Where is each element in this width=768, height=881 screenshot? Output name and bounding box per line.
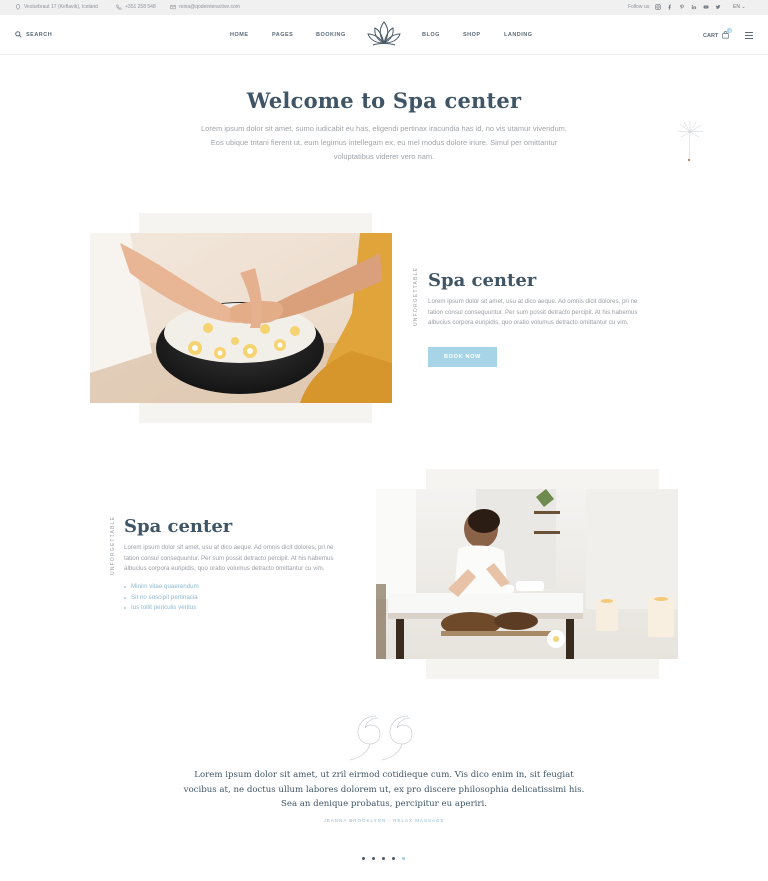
slider-dot-active[interactable] [402, 857, 405, 860]
section2-title: Spa center [124, 516, 233, 537]
email-item[interactable]: reina@qodeinteractive.com [170, 4, 240, 10]
welcome-text: Lorem ipsum dolor sit amet, sumo iudicab… [200, 124, 568, 161]
list-item: Ius tollit periculis veritus [124, 603, 199, 614]
social-links: EN ⌄ [655, 4, 746, 10]
address-text: Vesturbraut 17 (Keflavík), Iceland [24, 4, 98, 10]
nav-blog[interactable]: BLOG [422, 32, 440, 38]
quote-mark-icon [349, 715, 413, 761]
nav-shop[interactable]: SHOP [463, 32, 481, 38]
linkedin-icon[interactable] [691, 4, 697, 10]
follow-text: Follow us: [628, 4, 651, 10]
slider-pagination [362, 857, 405, 860]
search-label: SEARCH [26, 31, 53, 38]
foot-spa-photo [90, 233, 392, 403]
main-header: SEARCH HOME PAGES BOOKING BLOG SHOP LAND… [0, 15, 768, 55]
section1-vertical-label: UNFORGETTABLE [413, 266, 419, 326]
section2-text: Lorem ipsum dolor sit amet, usu at dico … [124, 544, 334, 572]
testimonial-author: JEANNA BROOKLYNN - RELAX MASSAGE [323, 818, 445, 823]
section1-title: Spa center [428, 270, 537, 291]
twitter-icon[interactable] [715, 4, 721, 10]
chevron-down-icon: ⌄ [741, 4, 746, 10]
phone-text: +351 258 548 [125, 4, 156, 10]
slider-dot[interactable] [382, 857, 385, 860]
feature-list: Minim vitae quaerendum Sit no suscipit p… [124, 582, 199, 614]
search-button[interactable]: SEARCH [15, 31, 52, 38]
cart-label: CART [703, 33, 719, 39]
nav-booking[interactable]: BOOKING [316, 32, 346, 38]
cart-button[interactable]: CART 0 [703, 28, 733, 41]
massage-room-photo [376, 489, 678, 659]
lotus-logo-icon[interactable] [365, 19, 403, 49]
cart-icon-wrap: 0 [722, 28, 733, 41]
email-text: reina@qodeinteractive.com [179, 4, 240, 10]
address-item: Vesturbraut 17 (Keflavík), Iceland [15, 4, 98, 10]
search-icon [15, 31, 22, 38]
list-item: Sit no suscipit pertinacia [124, 593, 199, 604]
phone-icon [116, 4, 122, 10]
slider-dot[interactable] [392, 857, 395, 860]
slider-dot[interactable] [372, 857, 375, 860]
list-item: Minim vitae quaerendum [124, 582, 199, 593]
hamburger-menu-icon[interactable] [745, 32, 753, 41]
section2-vertical-label: UNFORGETTABLE [110, 515, 116, 575]
top-bar: Vesturbraut 17 (Keflavík), Iceland +351 … [0, 0, 768, 15]
dandelion-decoration-icon [677, 121, 704, 162]
section1-text: Lorem ipsum dolor sit amet, usu at dico … [428, 298, 638, 326]
slider-dot[interactable] [362, 857, 365, 860]
nav-pages[interactable]: PAGES [272, 32, 293, 38]
pinterest-icon[interactable] [679, 4, 685, 10]
book-now-button[interactable]: BOOK NOW [428, 347, 497, 367]
location-pin-icon [15, 4, 21, 10]
mail-icon [170, 5, 176, 10]
cart-count-badge: 0 [727, 28, 733, 33]
phone-item[interactable]: +351 258 548 [116, 4, 156, 10]
nav-home[interactable]: HOME [230, 32, 249, 38]
follow-label: Follow us: [628, 4, 651, 10]
language-label: EN [733, 4, 740, 10]
testimonial-quote: Lorem ipsum dolor sit amet, ut zril eirm… [183, 770, 585, 809]
nav-landing[interactable]: LANDING [504, 32, 533, 38]
facebook-icon[interactable] [667, 4, 673, 10]
language-selector[interactable]: EN ⌄ [733, 4, 746, 10]
welcome-title: Welcome to Spa center [246, 88, 522, 113]
youtube-icon[interactable] [703, 4, 709, 10]
instagram-icon[interactable] [655, 4, 661, 10]
